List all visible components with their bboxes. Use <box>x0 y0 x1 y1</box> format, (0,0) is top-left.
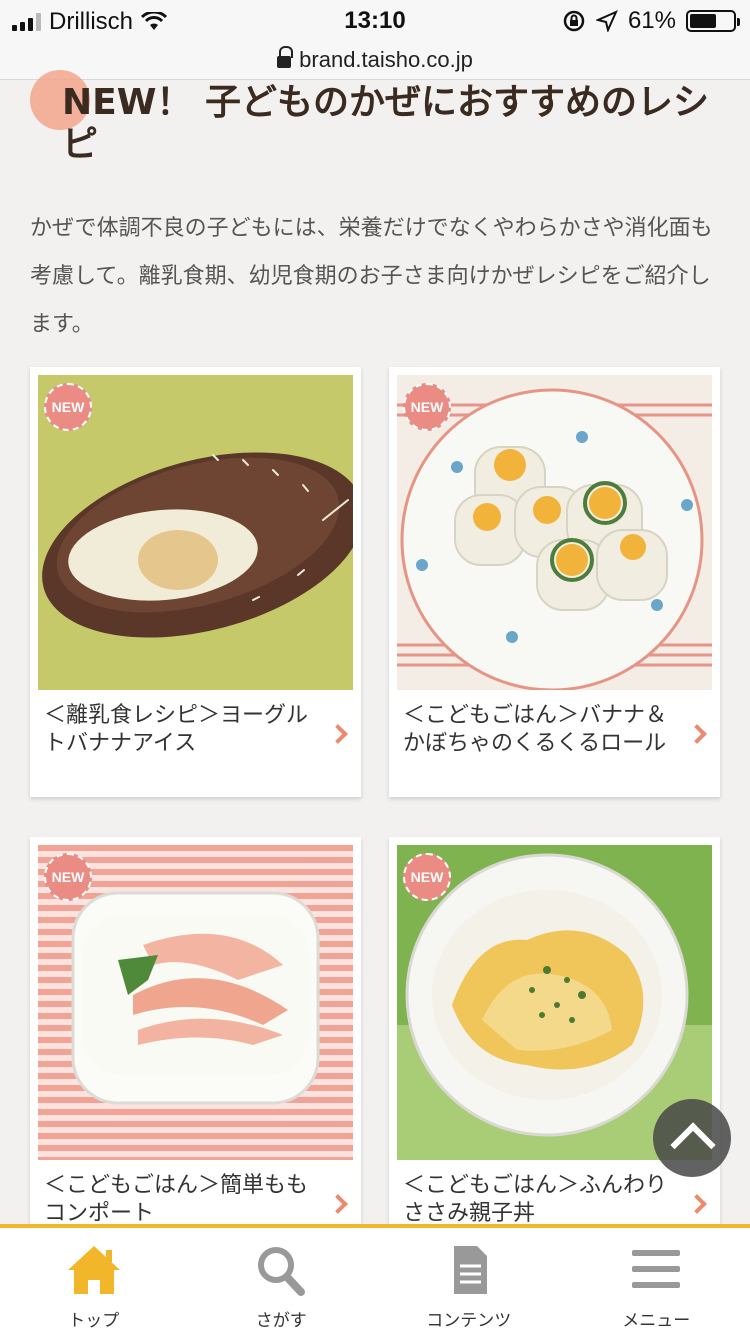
recipe-title[interactable]: ＜こどもごはん＞バナナ＆かぼちゃのくるくるロール <box>403 702 673 758</box>
menu-icon <box>632 1250 681 1288</box>
new-badge: NEW <box>44 383 92 431</box>
page-title: NEW！ 子どものかぜにおすすめのレシピ <box>62 82 709 165</box>
chevron-right-icon[interactable] <box>328 724 348 744</box>
document-icon <box>453 1246 487 1294</box>
url-text: brand.taisho.co.jp <box>299 46 473 72</box>
nav-label: コンテンツ <box>426 1311 512 1331</box>
recipe-title[interactable]: ＜こどもごはん＞ふんわりささみ親子丼 <box>403 1172 673 1228</box>
recipe-image-banana-pumpkin-roll[interactable]: NEW <box>397 375 712 690</box>
search-icon <box>258 1247 306 1296</box>
recipe-card[interactable]: NEW ＜こどもごはん＞ふんわりささみ親子丼 <box>389 837 720 1267</box>
nav-item-top[interactable]: トップ <box>0 1228 188 1334</box>
section-intro: かぜで体調不良の子どもには、栄養だけでなくやわらかさや消化面も考慮して。離乳食期… <box>30 216 713 337</box>
scroll-to-top-button[interactable] <box>653 1099 731 1177</box>
lock-icon <box>277 45 294 68</box>
recipe-card[interactable]: NEW ＜こどもごはん＞簡単ももコンポート <box>30 837 361 1267</box>
recipe-card[interactable]: NEW ＜こどもごはん＞バナナ＆かぼちゃのくるくるロール <box>389 367 720 797</box>
rotation-lock-icon <box>563 10 585 32</box>
recipe-image-yogurt-banana[interactable]: NEW <box>38 375 353 690</box>
battery-icon <box>686 10 740 32</box>
recipe-image-peach-compote[interactable]: NEW <box>38 845 353 1160</box>
nav-item-search[interactable]: さがす <box>188 1228 376 1334</box>
nav-item-contents[interactable]: コンテンツ <box>375 1228 563 1334</box>
nav-label: さがす <box>255 1311 307 1331</box>
chevron-right-icon[interactable] <box>687 724 707 744</box>
new-badge: NEW <box>44 853 92 901</box>
battery-percent: 61% <box>627 7 676 34</box>
chevron-right-icon[interactable] <box>687 1194 707 1214</box>
bottom-nav: トップ さがす コンテンツ メニュー <box>0 1224 750 1334</box>
chevron-right-icon[interactable] <box>328 1194 348 1214</box>
new-badge: NEW <box>403 853 451 901</box>
nav-item-menu[interactable]: メニュー <box>563 1228 750 1334</box>
new-badge: NEW <box>403 383 451 431</box>
status-right: 61% <box>562 7 740 35</box>
nav-label: メニュー <box>622 1311 691 1331</box>
home-icon <box>67 1246 120 1294</box>
recipe-title[interactable]: ＜こどもごはん＞簡単ももコンポート <box>44 1172 314 1228</box>
location-arrow-icon <box>595 10 618 32</box>
recipe-title[interactable]: ＜離乳食レシピ＞ヨーグルトバナナアイス <box>44 702 314 758</box>
status-bar: Drillisch 13:10 61% <box>0 0 750 40</box>
recipe-card[interactable]: NEW ＜離乳食レシピ＞ヨーグルトバナナアイス <box>30 367 361 797</box>
url-bar[interactable]: brand.taisho.co.jp <box>0 40 750 80</box>
nav-label: トップ <box>68 1311 120 1331</box>
